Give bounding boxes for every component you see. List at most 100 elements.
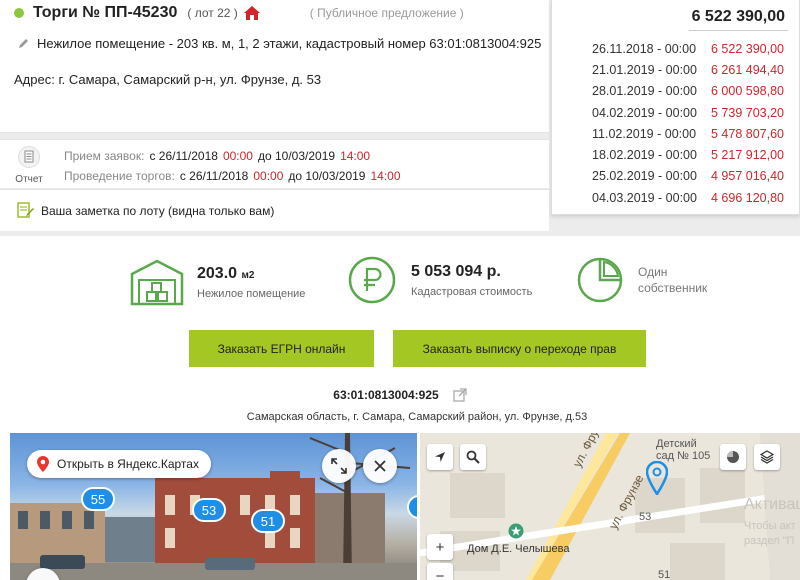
map-pin-icon — [37, 456, 49, 472]
lot-header-card: Торги № ПП-45230 ( лот 22 ) ( Публичное … — [0, 0, 549, 133]
price-history-row: 18.02.2019 - 00:00 5 217 912,00 — [592, 144, 784, 165]
lot-address: Адрес: г. Самара, Самарский р-н, ул. Фру… — [14, 72, 322, 87]
applications-label: Прием заявок: — [64, 149, 145, 163]
auction-dates-card: Отчет Прием заявок: с 26/11/2018 00:00 д… — [0, 139, 549, 188]
price-history-row: 04.03.2019 - 00:00 4 696 120,80 — [592, 187, 784, 208]
price-history-panel: 6 522 390,00 26.11.2018 - 00:00 6 522 390… — [551, 0, 800, 215]
expand-icon[interactable] — [322, 449, 356, 483]
bidding-from: с 26/11/2018 — [179, 169, 249, 183]
museum-icon[interactable] — [508, 523, 524, 544]
price-history-date: 04.02.2019 - 00:00 — [592, 105, 697, 120]
price-history-date: 25.02.2019 - 00:00 — [592, 169, 697, 184]
area-unit: м2 — [241, 269, 255, 281]
house-label: Дом Д.Е. Челышева — [467, 543, 570, 555]
ruble-icon — [348, 256, 396, 304]
owners-stat: Один собственник — [576, 256, 707, 304]
area-label: Нежилое помещение — [197, 287, 306, 300]
report-label: Отчет — [15, 174, 43, 185]
price-history-row: 26.11.2018 - 00:00 6 522 390,00 — [592, 38, 784, 59]
map-panel[interactable]: + − Детский сад № 105 ул. Фрунзе ул. Фру… — [420, 433, 800, 580]
cadastral-value-text: 5 053 094 р. Кадастровая стоимость — [411, 263, 532, 298]
order-egrn-button[interactable]: Заказать ЕГРН онлайн — [189, 330, 374, 367]
price-divider — [689, 30, 788, 31]
area-stat: 203.0 м2 Нежилое помещение — [129, 258, 305, 306]
layers-icon[interactable] — [754, 444, 780, 470]
owners-line2: собственник — [638, 281, 708, 295]
lot-description-row: Нежилое помещение - 203 кв. м, 1, 2 этаж… — [18, 36, 541, 51]
bidding-to-time: 14:00 — [370, 169, 401, 183]
house-marker[interactable]: 55 — [81, 487, 115, 511]
offer-type: ( Публичное предложение ) — [309, 6, 464, 20]
lot-title[interactable]: Торги № ПП-45230 — [33, 4, 177, 22]
price-history-value: 5 739 703,20 — [711, 105, 784, 120]
location-pin-icon[interactable] — [645, 460, 669, 500]
current-price: 6 522 390,00 — [691, 8, 785, 25]
price-history-value: 6 000 598,80 — [711, 84, 784, 99]
lot-title-row: Торги № ПП-45230 ( лот 22 ) ( Публичное … — [14, 4, 464, 22]
kindergarten-line1: Детский — [656, 438, 697, 450]
price-history-value: 5 478 807,60 — [711, 126, 784, 141]
applications-from: с 26/11/2018 — [149, 149, 218, 163]
external-link-icon[interactable] — [453, 388, 467, 402]
note-link[interactable]: Ваша заметка по лоту (видна только вам) — [17, 202, 274, 220]
price-history-value: 5 217 912,00 — [711, 148, 784, 163]
close-icon[interactable] — [363, 449, 397, 483]
note-card: Ваша заметка по лоту (видна только вам) — [0, 189, 549, 231]
price-history-list: 26.11.2018 - 00:00 6 522 390,00 21.01.2019… — [592, 38, 784, 208]
price-history-row: 28.01.2019 - 00:00 6 000 598,80 — [592, 81, 784, 102]
pie-chart-icon — [577, 257, 623, 303]
price-history-date: 21.01.2019 - 00:00 — [592, 62, 697, 77]
kindergarten-label: Детский сад № 105 — [656, 438, 710, 462]
price-history-value: 6 261 494,40 — [711, 62, 784, 77]
full-address: Самарская область, г. Самара, Самарский … — [246, 411, 588, 423]
price-history-date: 28.01.2019 - 00:00 — [592, 84, 697, 99]
pencil-icon — [18, 38, 29, 49]
activation-watermark-title: Активац — [744, 496, 800, 513]
status-dot — [14, 8, 24, 18]
price-history-date: 18.02.2019 - 00:00 — [592, 148, 697, 163]
area-value-row: 203.0 м2 — [197, 265, 305, 283]
locate-icon[interactable] — [427, 444, 453, 470]
price-history-date: 26.11.2018 - 00:00 — [592, 41, 697, 56]
street-panorama[interactable]: Открыть в Яндекс.Картах 55 53 51 — [10, 433, 417, 580]
activation-watermark-line1: Чтобы акт — [744, 520, 796, 532]
search-icon[interactable] — [460, 444, 486, 470]
bidding-row: Проведение торгов: с 26/11/2018 00:00 до… — [64, 166, 401, 186]
cadastral-number-wrap: 63:01:0813004:925 — [333, 388, 467, 402]
price-history-date: 11.02.2019 - 00:00 — [592, 126, 697, 141]
price-history-value: 6 522 390,00 — [711, 41, 784, 56]
house-icon[interactable] — [243, 6, 260, 20]
price-history-row: 21.01.2019 - 00:00 6 261 494,40 — [592, 59, 784, 80]
order-transfer-button[interactable]: Заказать выписку о переходе прав — [393, 330, 646, 367]
owners-text: Один собственник — [638, 264, 707, 296]
traffic-icon[interactable] — [720, 444, 746, 470]
document-icon — [18, 146, 40, 168]
open-yandex-maps-button[interactable]: Открыть в Яндекс.Картах — [27, 450, 211, 478]
applications-to: до 10/03/2019 — [257, 149, 336, 163]
zoom-out-button[interactable]: − — [427, 563, 453, 580]
cadastral-value: 5 053 094 р. — [411, 262, 501, 280]
price-history-date: 04.03.2019 - 00:00 — [592, 190, 697, 205]
area-value: 203.0 — [197, 264, 238, 282]
price-history-row: 25.02.2019 - 00:00 4 957 016,40 — [592, 166, 784, 187]
house-marker[interactable]: 53 — [192, 498, 226, 522]
cadastral-value-label: Кадастровая стоимость — [411, 285, 533, 298]
cadastral-value-stat: 5 053 094 р. Кадастровая стоимость — [348, 256, 532, 304]
applications-to-time: 14:00 — [340, 149, 371, 163]
warehouse-icon — [130, 259, 184, 306]
cadastral-number: 63:01:0813004:925 — [333, 388, 439, 402]
dates-list: Прием заявок: с 26/11/2018 00:00 до 10/0… — [64, 146, 401, 186]
area-stat-text: 203.0 м2 Нежилое помещение — [197, 265, 305, 300]
lot-number: ( лот 22 ) — [187, 6, 238, 20]
price-history-row: 04.02.2019 - 00:00 5 739 703,20 — [592, 102, 784, 123]
page: Торги № ПП-45230 ( лот 22 ) ( Публичное … — [0, 0, 800, 580]
house-marker[interactable]: 51 — [251, 509, 285, 533]
report-button[interactable]: Отчет — [13, 146, 45, 185]
house-number-51: 51 — [658, 569, 671, 580]
zoom-in-button[interactable]: + — [427, 534, 453, 560]
house-number-53: 53 — [639, 511, 652, 523]
applications-from-time: 00:00 — [222, 149, 253, 163]
open-yandex-maps-label: Открыть в Яндекс.Картах — [57, 457, 199, 471]
price-history-row: 11.02.2019 - 00:00 5 478 807,60 — [592, 123, 784, 144]
cadastral-number-row: 63:01:0813004:925 — [0, 388, 800, 402]
